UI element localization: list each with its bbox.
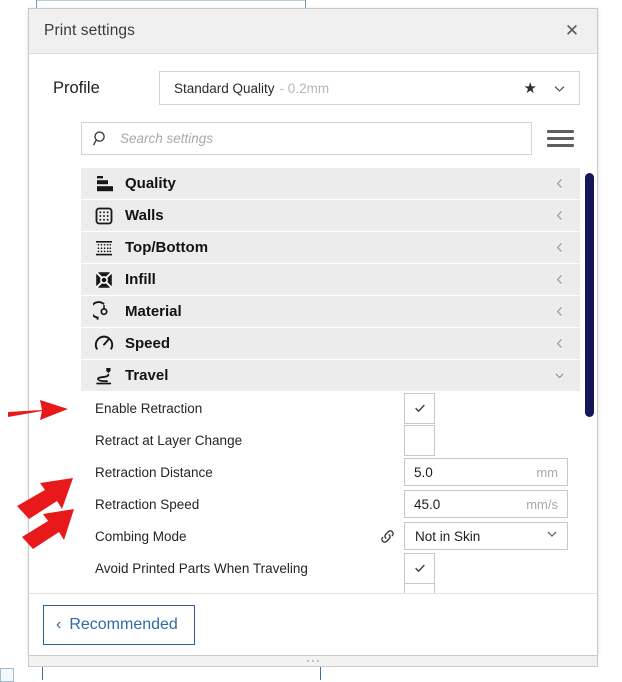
setting-control [404,553,570,584]
category-row-walls[interactable]: Walls [81,200,580,232]
background-tab-top-border [36,0,306,1]
print-settings-dialog: Print settings ✕ Profile Standard Qualit… [28,8,598,656]
close-icon[interactable]: ✕ [561,20,583,42]
profile-label: Profile [42,79,159,98]
category-row-material[interactable]: Material [81,296,580,328]
chevron-down-icon[interactable] [552,81,567,96]
chevron-left-icon[interactable] [548,337,570,350]
chevron-left-icon: ‹ [56,616,61,634]
chevron-left-icon[interactable] [548,209,570,222]
setting-row-retract-at-layer-change: Retract at Layer Change [81,424,580,456]
setting-row-retraction-speed: Retraction Speed 45.0 mm/s [81,488,580,520]
dropdown-value: Not in Skin [415,529,545,544]
setting-control [404,425,570,456]
checkbox-enable-retraction[interactable] [404,393,435,424]
setting-control [404,393,570,424]
search-row [29,105,597,155]
input-unit: mm [536,465,558,480]
settings-scrollbar-track[interactable] [583,168,595,593]
setting-label: Retraction Speed [95,497,374,512]
material-icon [89,301,119,323]
profile-selected-variant: - 0.2mm [280,81,330,96]
setting-row-enable-retraction: Enable Retraction [81,392,580,424]
chevron-left-icon[interactable] [548,305,570,318]
setting-label: Retract at Layer Change [95,433,374,448]
category-label: Walls [125,207,548,224]
settings-visibility-menu-icon[interactable] [540,130,580,147]
dialog-header: Print settings ✕ [29,9,597,54]
background-panel-divider-left [42,665,43,680]
setting-control: Not in Skin [404,522,570,550]
search-icon [92,130,110,148]
top-bottom-icon [89,237,119,259]
search-input[interactable] [118,130,521,147]
setting-control: 45.0 mm/s [404,490,570,518]
input-retraction-distance[interactable]: 5.0 mm [404,458,568,486]
recommended-button-label: Recommended [69,616,178,634]
category-label: Top/Bottom [125,239,548,256]
travel-icon [89,365,119,387]
checkbox-partial[interactable] [404,584,435,593]
input-value: 45.0 [414,497,526,512]
chevron-left-icon[interactable] [548,177,570,190]
category-row-quality[interactable]: Quality [81,168,580,200]
setting-row-avoid-printed-parts: Avoid Printed Parts When Traveling [81,552,580,584]
page-title: Print settings [44,22,561,40]
dialog-footer: ‹ Recommended [29,593,597,655]
setting-row-partial-clipped [81,584,580,593]
setting-label: Avoid Printed Parts When Traveling [95,561,374,576]
input-retraction-speed[interactable]: 45.0 mm/s [404,490,568,518]
quality-icon [89,173,119,195]
checkbox-avoid-printed-parts[interactable] [404,553,435,584]
recommended-button[interactable]: ‹ Recommended [43,605,195,645]
input-value: 5.0 [414,465,536,480]
profile-row: Profile Standard Quality - 0.2mm ★ [29,54,597,105]
chevron-left-icon[interactable] [548,241,570,254]
category-label: Travel [125,367,548,384]
walls-icon [89,205,119,227]
setting-label: Combing Mode [95,529,374,544]
settings-list: Quality [81,168,580,593]
dialog-resize-grip[interactable] [28,656,598,667]
category-row-speed[interactable]: Speed [81,328,580,360]
setting-row-retraction-distance: Retraction Distance 5.0 mm [81,456,580,488]
setting-control: 5.0 mm [404,458,570,486]
category-label: Speed [125,335,548,352]
profile-selected-name: Standard Quality [174,81,275,96]
category-row-infill[interactable]: Infill [81,264,580,296]
category-row-travel[interactable]: Travel [81,360,580,392]
settings-list-wrapper: Quality [29,168,597,593]
link-icon[interactable] [374,527,400,546]
setting-label: Enable Retraction [95,401,374,416]
chevron-down-icon[interactable] [548,369,570,382]
setting-row-combing-mode: Combing Mode Not in Skin [81,520,580,552]
settings-scrollbar-thumb[interactable] [585,173,594,417]
checkbox-retract-at-layer-change[interactable] [404,425,435,456]
chevron-left-icon[interactable] [548,273,570,286]
infill-icon [89,269,119,291]
background-tab-divider-right [305,0,306,8]
background-tab-divider-left [36,0,37,8]
chevron-down-icon [545,527,559,546]
search-box[interactable] [81,122,532,155]
setting-label: Retraction Distance [95,465,374,480]
category-row-top-bottom[interactable]: Top/Bottom [81,232,580,264]
star-icon[interactable]: ★ [524,81,537,96]
profile-select[interactable]: Standard Quality - 0.2mm ★ [159,71,580,105]
category-label: Material [125,303,548,320]
dialog-body: Profile Standard Quality - 0.2mm ★ [29,54,597,593]
dropdown-combing-mode[interactable]: Not in Skin [404,522,568,550]
background-panel-divider-right [320,665,321,680]
input-unit: mm/s [526,497,558,512]
category-label: Quality [125,175,548,192]
category-label: Infill [125,271,548,288]
speed-icon [89,333,119,355]
